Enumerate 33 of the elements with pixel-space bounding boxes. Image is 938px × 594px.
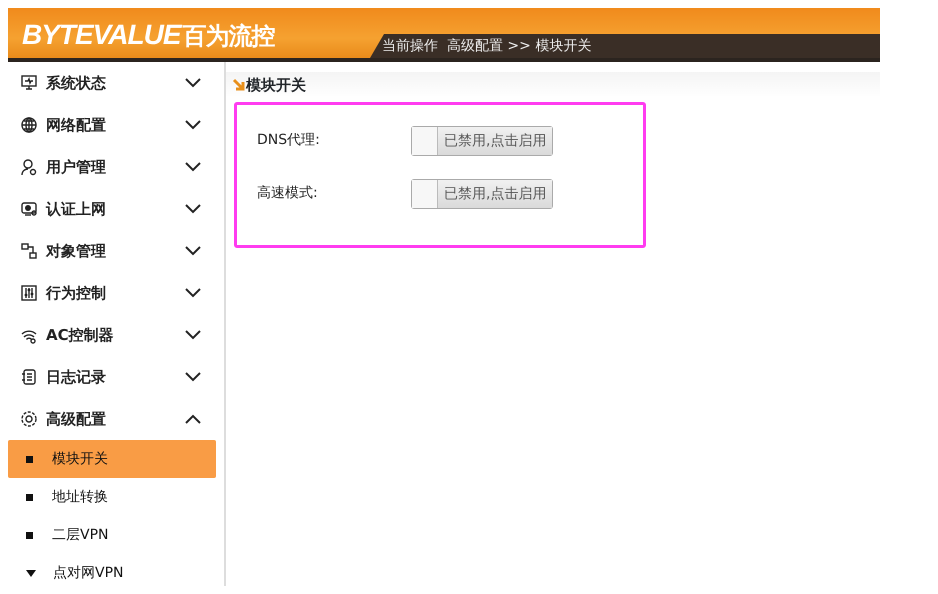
panel-title: 模块开关 [246,74,306,96]
monitor-icon [20,74,38,92]
submenu-item[interactable]: 二层VPN [8,516,216,554]
logo: BYTEVALUE百为流控 [22,18,274,52]
nodes-icon [20,242,38,260]
sidebar-item[interactable]: 网络配置 [8,104,216,146]
screen-icon [20,200,38,218]
settings-icon [20,410,38,428]
submenu-item[interactable]: 点对网VPN [8,554,216,592]
sidebar-item[interactable]: AC控制器 [8,314,216,356]
globe-icon [20,116,38,134]
setting-label: DNS代理: [257,131,321,150]
sidebar-item[interactable]: 用户管理 [8,146,216,188]
triangle-icon [26,570,36,576]
user-icon [20,158,38,176]
bullet-icon [26,494,33,500]
breadcrumb: 当前操作 高级配置 >> 模块开关 [370,34,880,58]
bullet-icon [26,456,33,462]
sidebar-item[interactable]: 高级配置 [8,398,216,440]
sidebar-item[interactable]: 认证上网 [8,188,216,230]
toggle-switch[interactable]: 已禁用,点击启用 [411,178,554,208]
arrow-icon [232,78,246,92]
sidebar-item[interactable]: 对象管理 [8,230,216,272]
toggle-switch[interactable]: 已禁用,点击启用 [411,126,554,156]
submenu-item[interactable]: 地址转换 [8,478,216,516]
sidebar-item[interactable]: 行为控制 [8,272,216,314]
setting-label: 高速模式: [257,184,319,203]
sidebar-item[interactable]: 日志记录 [8,356,216,398]
submenu-item[interactable]: 模块开关 [8,440,216,478]
bullet-icon [26,532,33,538]
list-icon [20,368,38,386]
sidebar-item[interactable]: 系统状态 [8,62,216,104]
sliders-icon [20,284,38,302]
